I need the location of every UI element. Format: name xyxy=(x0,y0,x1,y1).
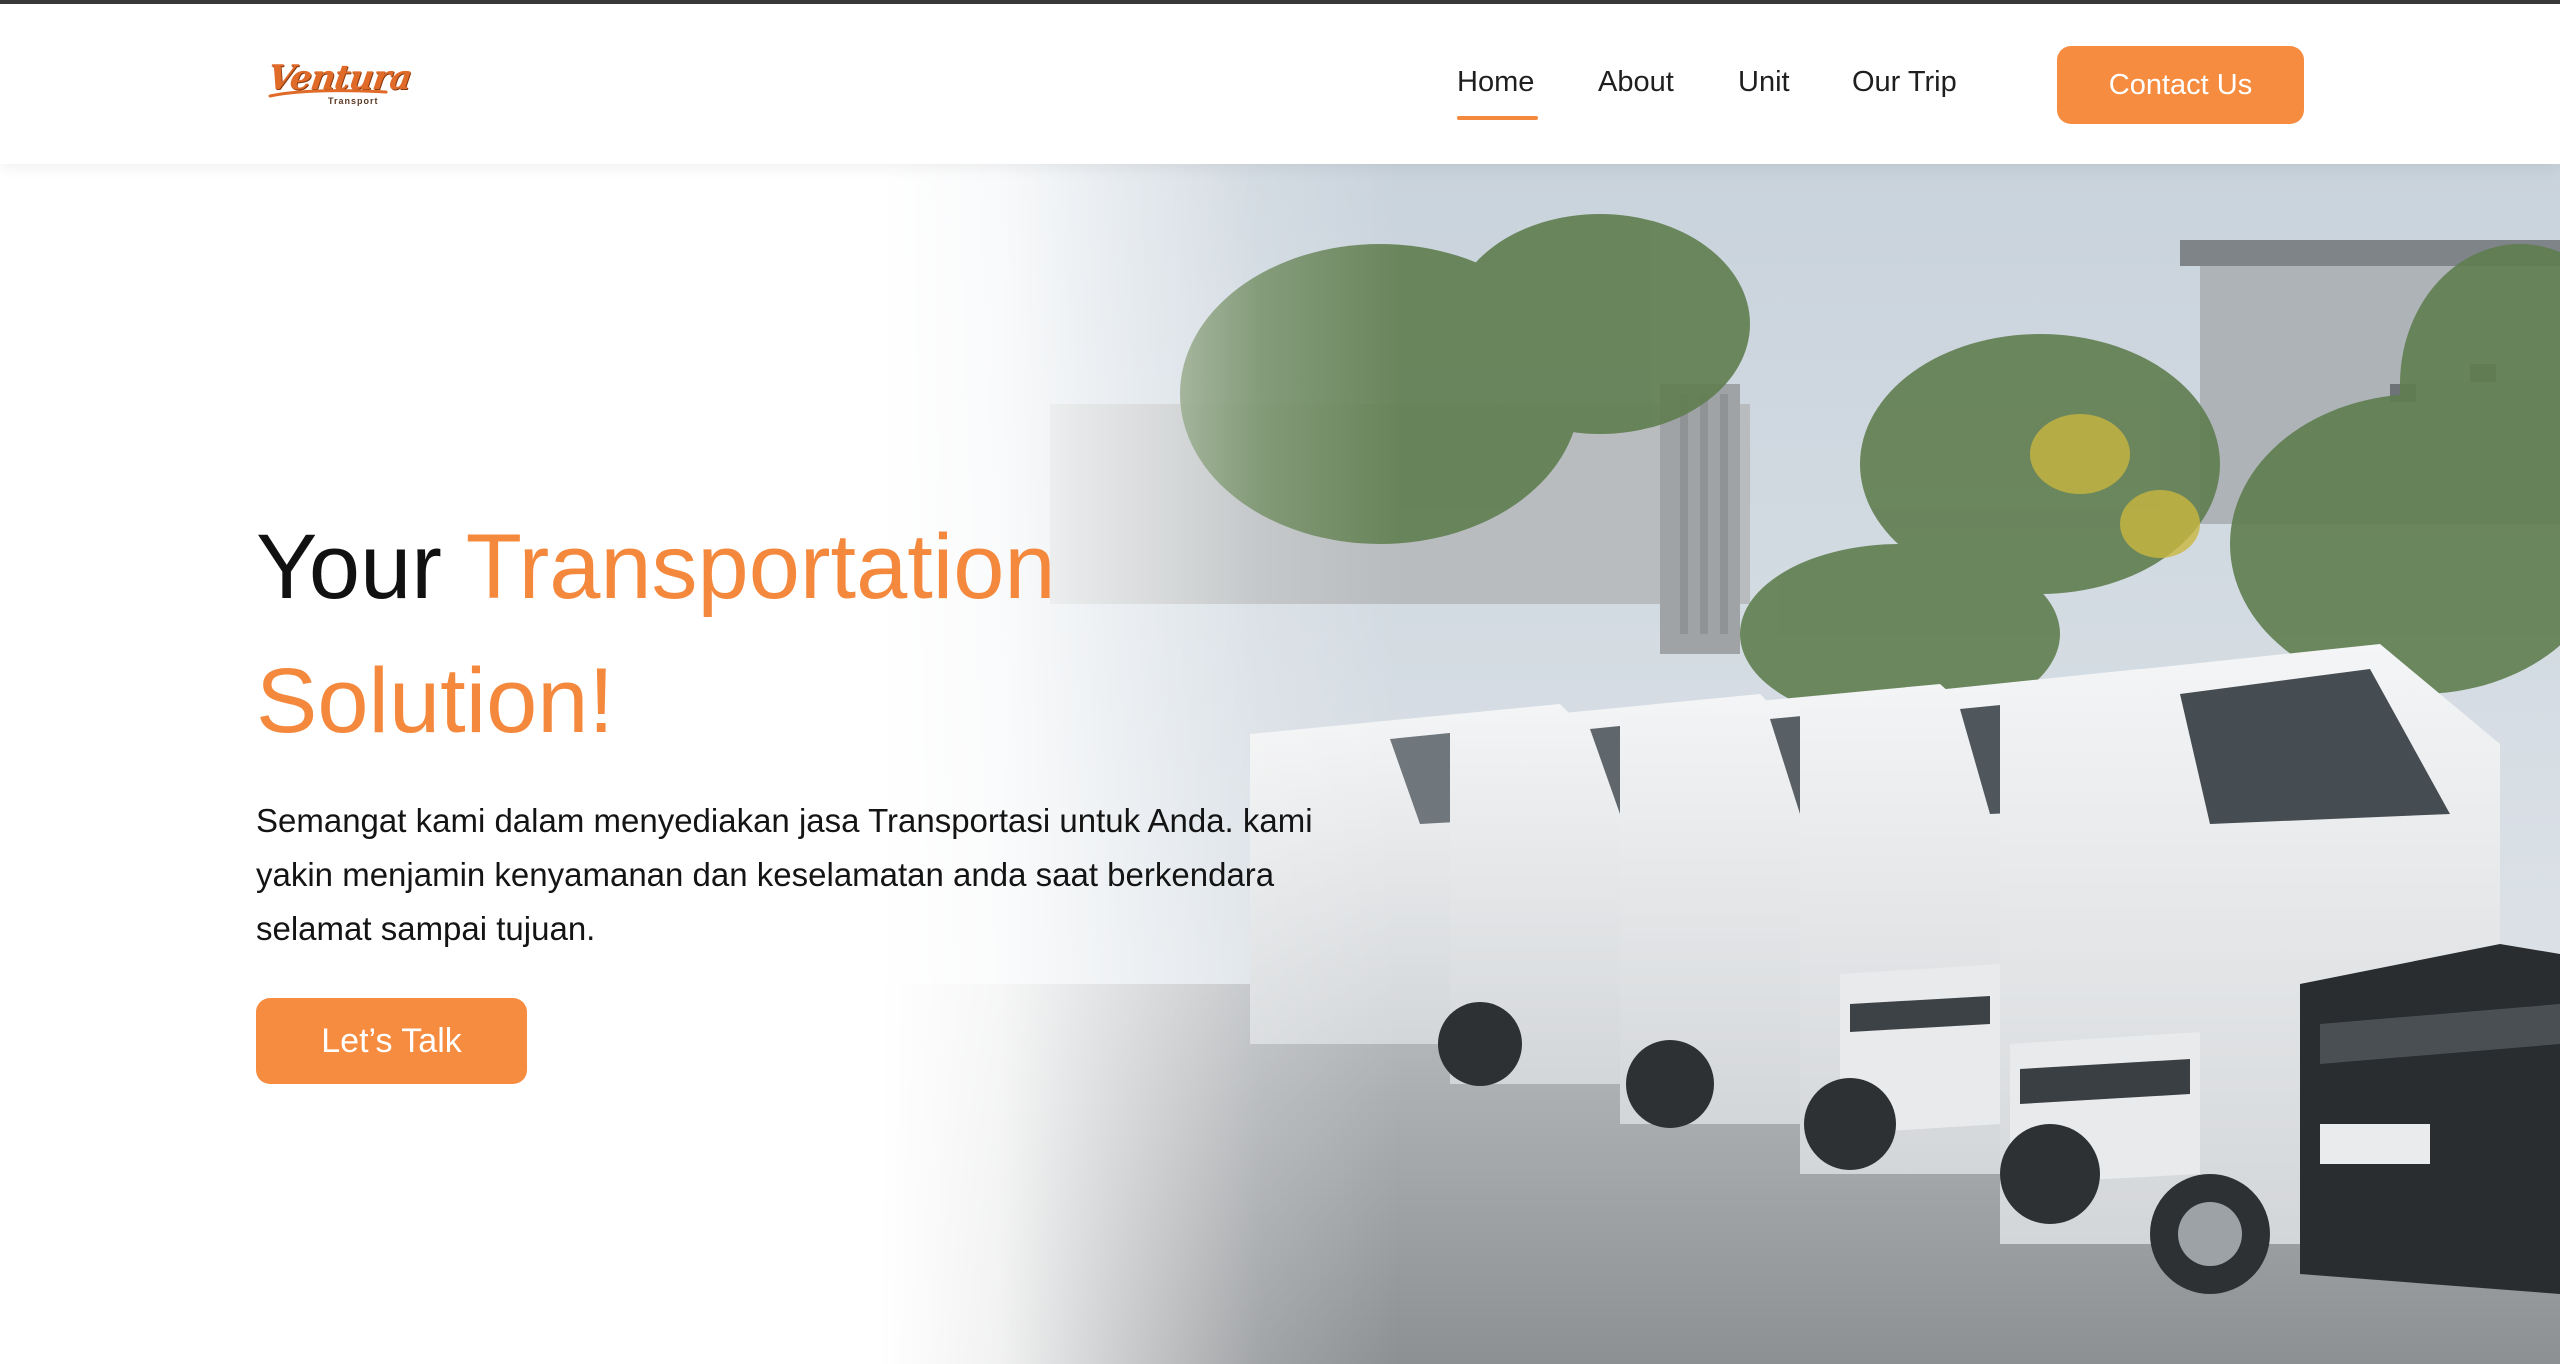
hero-section: Your Transportation Solution! Semangat k… xyxy=(0,164,2560,1364)
lets-talk-button[interactable]: Let’s Talk xyxy=(256,998,527,1084)
hero-headline: Your Transportation Solution! xyxy=(256,500,1356,768)
hero-description: Semangat kami dalam menyediakan jasa Tra… xyxy=(256,802,1313,947)
nav-about-link[interactable]: About xyxy=(1598,66,1674,99)
navbar: Ventura Transport Home About Unit Our Tr… xyxy=(0,4,2560,164)
headline-your: Your xyxy=(256,516,442,618)
contact-us-button[interactable]: Contact Us xyxy=(2057,46,2304,124)
nav-home-link[interactable]: Home xyxy=(1457,66,1534,99)
brand-logo[interactable]: Ventura Transport xyxy=(265,56,414,112)
nav-active-indicator xyxy=(1457,116,1538,120)
nav-unit-link[interactable]: Unit xyxy=(1738,66,1790,99)
logo-subtext: Transport xyxy=(328,96,379,106)
nav-our-trip-link[interactable]: Our Trip xyxy=(1852,66,1957,99)
